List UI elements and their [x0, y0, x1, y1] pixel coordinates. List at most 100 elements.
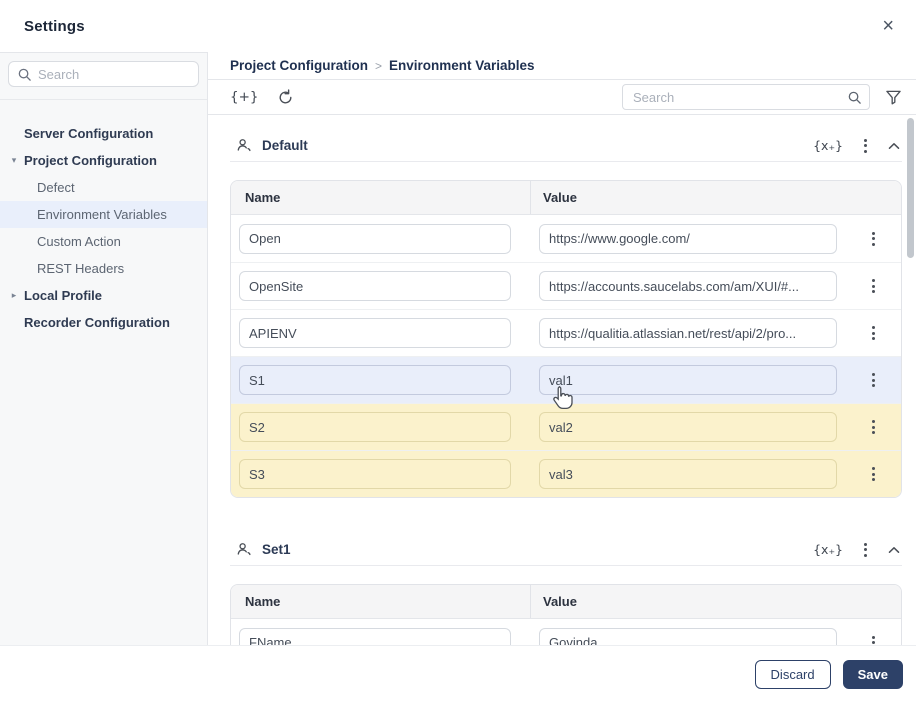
variable-value-input[interactable]	[539, 223, 837, 254]
table-header: Name Value	[231, 585, 901, 619]
sidebar-item-rest-headers[interactable]: REST Headers	[0, 255, 207, 282]
dialog-main: Server Configuration ▾ Project Configura…	[0, 52, 916, 645]
breadcrumb-separator: >	[375, 58, 383, 73]
row-menu-icon[interactable]	[870, 465, 877, 483]
variable-name-input[interactable]	[239, 627, 511, 645]
table-row	[231, 215, 901, 262]
users-icon	[236, 137, 253, 154]
value-cell	[531, 263, 845, 309]
sidebar-item-label: Local Profile	[24, 288, 103, 303]
save-button[interactable]: Save	[842, 659, 903, 689]
variable-value-input[interactable]	[539, 412, 837, 442]
caret-icon[interactable]	[7, 228, 21, 255]
add-set-variable-icon[interactable]: {x₊}	[813, 542, 843, 557]
sidebar-item-recorder-configuration[interactable]: Recorder Configuration	[0, 309, 207, 336]
collapse-chevron-icon[interactable]	[888, 546, 900, 554]
caret-icon[interactable]	[7, 309, 21, 336]
toolbar: {+}	[208, 80, 916, 115]
users-icon	[236, 541, 253, 558]
discard-button[interactable]: Discard	[754, 659, 831, 689]
row-menu-icon[interactable]	[870, 324, 877, 342]
variables-table: Name Value	[230, 180, 902, 498]
sidebar-item-label: Defect	[37, 180, 75, 195]
column-header-name: Name	[231, 181, 531, 214]
settings-dialog: Settings × Server Configuration ▾ Projec…	[0, 0, 916, 702]
variable-value-input[interactable]	[539, 627, 837, 645]
variable-value-input[interactable]	[539, 459, 837, 489]
sidebar-search	[8, 61, 199, 87]
table-body	[231, 215, 901, 497]
toolbar-right	[622, 84, 902, 110]
dialog-header: Settings ×	[0, 0, 916, 52]
add-variable-icon[interactable]: {+}	[230, 89, 259, 105]
sidebar-item-label: Server Configuration	[24, 126, 154, 141]
value-cell	[531, 310, 845, 356]
variable-name-input[interactable]	[239, 365, 511, 395]
column-header-name: Name	[231, 585, 531, 618]
sidebar-item-local-profile[interactable]: ▸ Local Profile	[0, 282, 207, 309]
table-row	[231, 450, 901, 497]
caret-icon[interactable]	[7, 120, 21, 147]
filter-icon[interactable]	[885, 89, 902, 105]
caret-icon[interactable]: ▾	[7, 147, 21, 174]
row-actions	[845, 324, 901, 342]
footer: Discard Save	[0, 645, 916, 702]
caret-icon[interactable]	[7, 255, 21, 282]
table-row	[231, 403, 901, 450]
sidebar: Server Configuration ▾ Project Configura…	[0, 52, 208, 645]
row-menu-icon[interactable]	[870, 634, 877, 646]
variable-value-input[interactable]	[539, 271, 837, 301]
sidebar-item-project-configuration[interactable]: ▾ Project Configuration	[0, 147, 207, 174]
variable-name-input[interactable]	[239, 459, 511, 489]
caret-icon[interactable]	[7, 201, 21, 228]
sidebar-search-input[interactable]	[8, 61, 199, 87]
row-actions	[845, 418, 901, 436]
section-menu-icon[interactable]	[862, 137, 869, 155]
sidebar-item-defect[interactable]: Defect	[0, 174, 207, 201]
row-menu-icon[interactable]	[870, 418, 877, 436]
sidebar-item-custom-action[interactable]: Custom Action	[0, 228, 207, 255]
search-icon	[17, 67, 32, 87]
table-header: Name Value	[231, 181, 901, 215]
variable-name-input[interactable]	[239, 412, 511, 442]
variable-value-input[interactable]	[539, 365, 837, 395]
table-row	[231, 356, 901, 403]
row-menu-icon[interactable]	[870, 277, 877, 295]
section-header: Default {x₊}	[230, 130, 902, 162]
scrollbar[interactable]	[907, 118, 914, 258]
variable-value-input[interactable]	[539, 318, 837, 348]
row-menu-icon[interactable]	[870, 230, 877, 248]
value-cell	[531, 357, 845, 403]
row-menu-icon[interactable]	[870, 371, 877, 389]
sidebar-item-server-configuration[interactable]: Server Configuration	[0, 120, 207, 147]
sidebar-nav: Server Configuration ▾ Project Configura…	[0, 100, 207, 336]
name-cell	[231, 357, 531, 403]
collapse-chevron-icon[interactable]	[888, 142, 900, 150]
breadcrumb-environment-variables: Environment Variables	[389, 58, 535, 73]
row-actions	[845, 634, 901, 646]
name-cell	[231, 451, 531, 497]
variable-name-input[interactable]	[239, 318, 511, 348]
section-title: Set1	[262, 542, 291, 557]
variable-name-input[interactable]	[239, 271, 511, 301]
close-icon[interactable]: ×	[882, 16, 894, 36]
section-actions: {x₊}	[813, 541, 902, 559]
sidebar-item-environment-variables[interactable]: Environment Variables	[0, 201, 207, 228]
breadcrumb-project-configuration[interactable]: Project Configuration	[230, 58, 368, 73]
variable-name-input[interactable]	[239, 223, 511, 254]
refresh-icon[interactable]	[277, 88, 294, 106]
section-menu-icon[interactable]	[862, 541, 869, 559]
row-actions	[845, 465, 901, 483]
sidebar-item-label: Recorder Configuration	[24, 315, 170, 330]
table-body	[231, 619, 901, 645]
caret-icon[interactable]	[7, 174, 21, 201]
add-set-variable-icon[interactable]: {x₊}	[813, 138, 843, 153]
row-actions	[845, 277, 901, 295]
variables-search-input[interactable]	[622, 84, 870, 110]
sidebar-item-label: REST Headers	[37, 261, 125, 276]
sidebar-item-label: Environment Variables	[37, 207, 167, 222]
value-cell	[531, 451, 845, 497]
caret-icon[interactable]: ▸	[7, 282, 21, 309]
search-icon	[847, 90, 862, 110]
table-row	[231, 262, 901, 309]
